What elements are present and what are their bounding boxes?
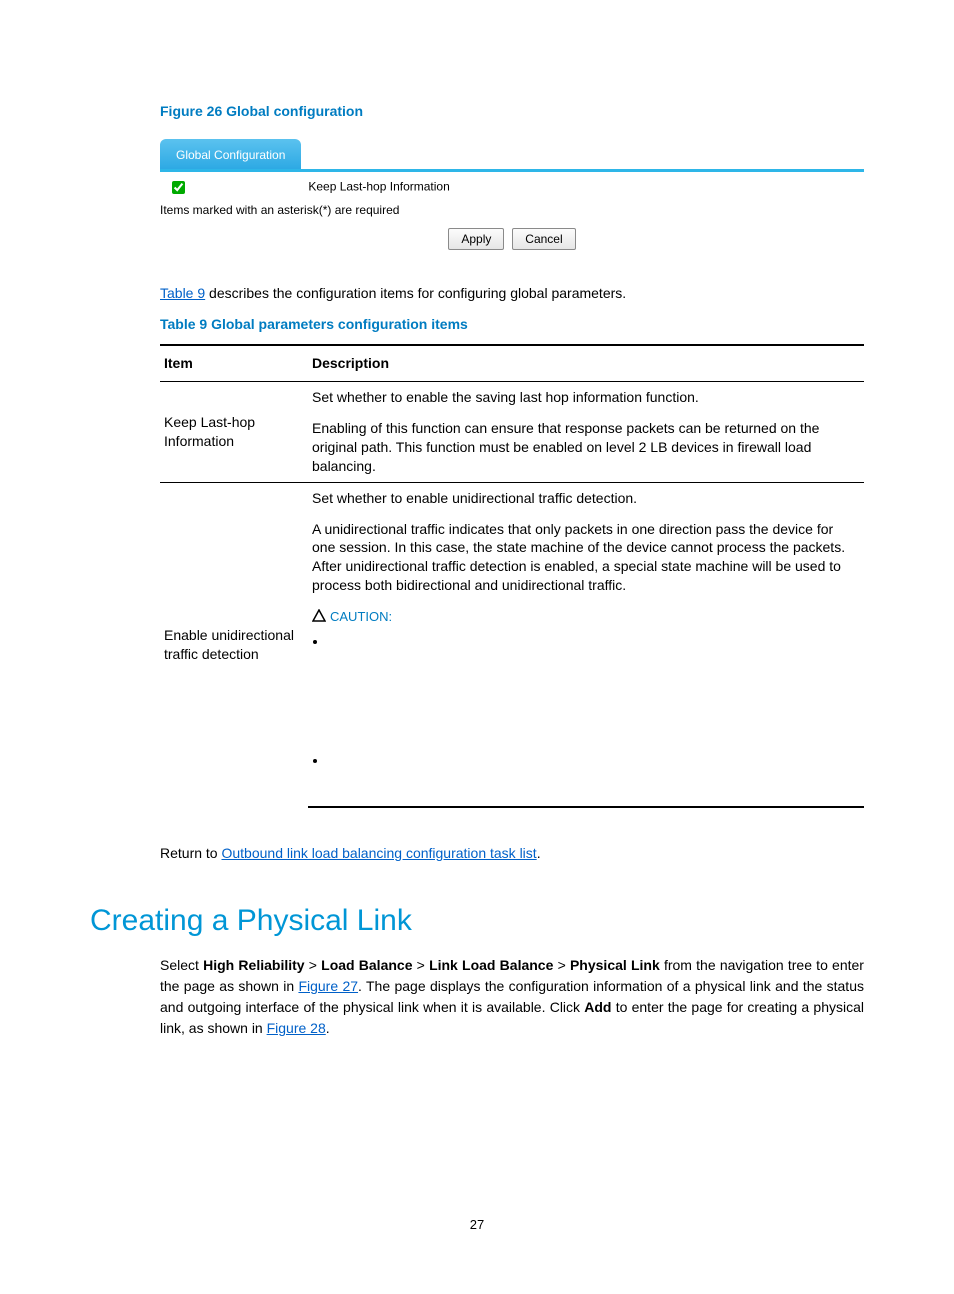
page-number: 27 [0, 1216, 954, 1234]
para-text: describes the configuration items for co… [205, 285, 626, 301]
figure-caption: Figure 26 Global configuration [160, 102, 864, 121]
return-prefix: Return to [160, 845, 221, 861]
cancel-button[interactable]: Cancel [512, 228, 575, 250]
th-item: Item [160, 345, 308, 381]
row1-desc2: Enabling of this function can ensure tha… [308, 413, 864, 482]
row1-item: Keep Last-hop Information [160, 382, 308, 483]
row1-desc1: Set whether to enable the saving last ho… [308, 382, 864, 413]
caution-label: CAUTION: [330, 609, 392, 624]
row2-item: Enable unidirectional traffic detection [160, 482, 308, 807]
keep-lasthop-checkbox[interactable] [172, 181, 185, 194]
required-note: Items marked with an asterisk(*) are req… [160, 201, 864, 224]
return-suffix: . [537, 845, 541, 861]
section-heading: Creating a Physical Link [90, 901, 864, 942]
caution-bullet-2 [328, 751, 860, 770]
row2-desc2: A unidirectional traffic indicates that … [308, 514, 864, 602]
figure28-link[interactable]: Figure 28 [267, 1020, 326, 1036]
table-caption: Table 9 Global parameters configuration … [160, 315, 864, 334]
caution-icon [312, 607, 326, 626]
row2-desc1: Set whether to enable unidirectional tra… [308, 482, 864, 513]
body-paragraph: Select High Reliability > Load Balance >… [160, 955, 864, 1039]
config-table: Item Description Keep Last-hop Informati… [160, 344, 864, 808]
apply-button[interactable]: Apply [448, 228, 504, 250]
table9-link[interactable]: Table 9 [160, 285, 205, 301]
caution-bullet-1 [328, 632, 860, 651]
keep-lasthop-label: Keep Last-hop Information [308, 180, 449, 194]
global-config-tab[interactable]: Global Configuration [160, 139, 301, 169]
figure27-link[interactable]: Figure 27 [298, 978, 358, 994]
global-config-screenshot: Global Configuration Keep Last-hop Infor… [160, 139, 864, 253]
th-desc: Description [308, 345, 864, 381]
return-link[interactable]: Outbound link load balancing configurati… [221, 845, 536, 861]
